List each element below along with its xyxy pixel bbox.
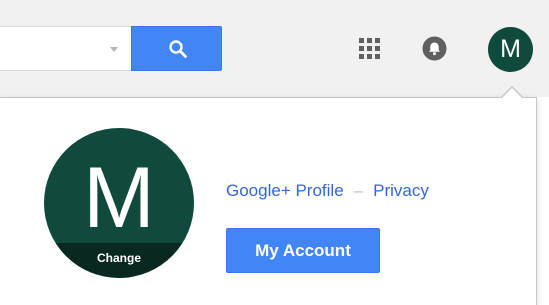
privacy-link[interactable]: Privacy — [373, 181, 429, 200]
search-input[interactable] — [0, 26, 131, 71]
apps-grid-icon[interactable] — [359, 38, 381, 60]
chevron-down-icon[interactable] — [110, 47, 118, 52]
my-account-button[interactable]: My Account — [226, 228, 380, 273]
profile-initial: M — [83, 150, 155, 246]
search-icon — [169, 40, 187, 58]
google-plus-profile-link[interactable]: Google+ Profile — [226, 181, 344, 200]
search-button[interactable] — [131, 26, 222, 71]
profile-links: Google+ Profile – Privacy — [226, 180, 429, 202]
link-separator: – — [353, 181, 364, 200]
profile-avatar: M Change — [44, 128, 194, 278]
change-photo-button[interactable]: Change — [44, 243, 194, 278]
bell-icon[interactable] — [422, 36, 447, 61]
account-initial: M — [500, 35, 521, 63]
change-photo-label: Change — [96, 251, 141, 265]
page: M M Change Google+ Profile – Privacy My Ac… — [0, 0, 549, 305]
panel-pointer-fill — [502, 88, 522, 98]
top-bar: M — [0, 0, 549, 97]
account-avatar-button[interactable]: M — [488, 27, 533, 72]
